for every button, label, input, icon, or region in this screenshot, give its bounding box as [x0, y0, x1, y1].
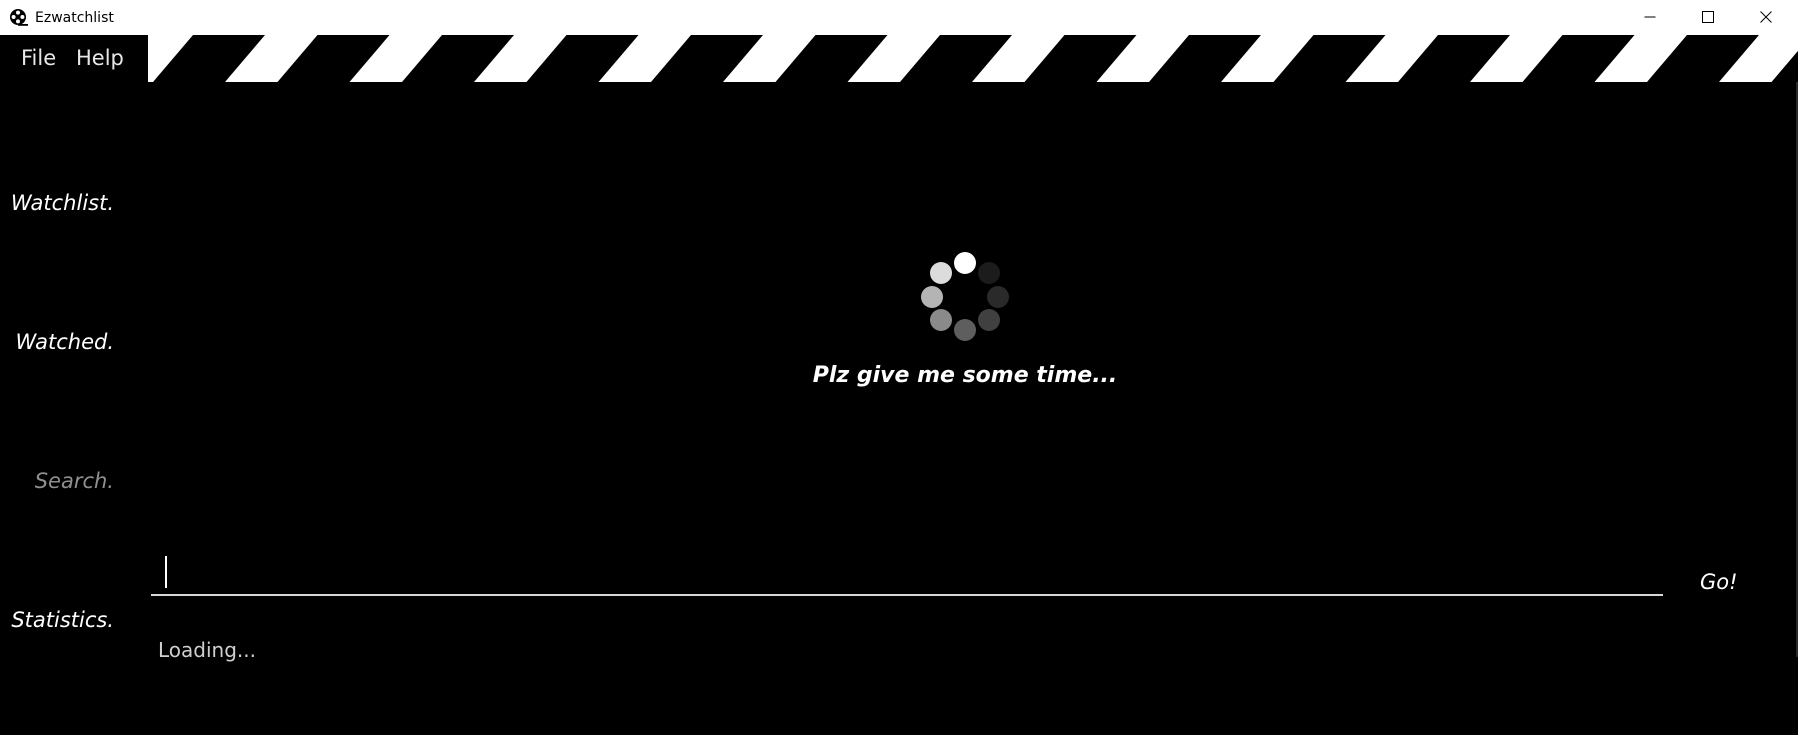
text-caret	[165, 556, 167, 588]
minimize-icon	[1644, 16, 1656, 18]
clapper-stripe	[900, 35, 1012, 82]
close-icon	[1760, 11, 1772, 23]
go-button[interactable]: Go!	[1700, 569, 1738, 595]
app-window: Ezwatchlist File Help Watchlist. Watched…	[0, 0, 1798, 735]
spinner-dot	[978, 309, 1000, 331]
window-title: Ezwatchlist	[35, 10, 114, 26]
minimize-button[interactable]	[1621, 0, 1679, 35]
search-input[interactable]	[151, 552, 1663, 596]
status-text: Loading...	[158, 638, 256, 662]
close-button[interactable]	[1737, 0, 1795, 35]
nav-watched[interactable]: Watched.	[16, 329, 115, 355]
spinner-dot	[921, 286, 943, 308]
clapper-stripe	[1273, 35, 1386, 82]
clapper-stripe	[526, 35, 639, 82]
loading-message: Plz give me some time...	[812, 363, 1118, 388]
menu-help[interactable]: Help	[76, 46, 124, 70]
spinner-dot	[930, 262, 952, 284]
spinner-dot	[978, 262, 1000, 284]
clapper-stripe	[1771, 50, 1798, 82]
spinner-dot	[987, 286, 1009, 308]
spinner-dot	[930, 309, 952, 331]
spinner-icon	[921, 252, 1009, 341]
clapper-stripe	[1024, 35, 1137, 82]
film-reel-icon	[10, 9, 28, 26]
nav-statistics[interactable]: Statistics.	[11, 607, 114, 633]
clapper-stripe	[1149, 35, 1261, 82]
nav-watchlist[interactable]: Watchlist.	[11, 190, 114, 216]
clapper-stripe	[153, 35, 265, 82]
clapper-stripe	[775, 35, 888, 82]
maximize-icon	[1702, 11, 1714, 23]
clapper-stripe	[1522, 35, 1635, 82]
clapper-stripe	[277, 35, 390, 82]
spinner-dot	[954, 319, 976, 341]
clapper-stripe	[402, 35, 514, 82]
clapper-stripe	[1398, 35, 1510, 82]
clapperboard-menubar: File Help	[0, 35, 1798, 83]
menu-file[interactable]: File	[21, 46, 56, 70]
nav-search[interactable]: Search.	[35, 468, 114, 494]
spinner-dot	[954, 252, 976, 274]
clapper-stripe	[1647, 35, 1759, 82]
clapper-stripe	[651, 35, 763, 82]
clapperboard-stripes	[153, 35, 1798, 82]
maximize-button[interactable]	[1679, 0, 1737, 35]
title-bar[interactable]: Ezwatchlist	[0, 0, 1798, 35]
